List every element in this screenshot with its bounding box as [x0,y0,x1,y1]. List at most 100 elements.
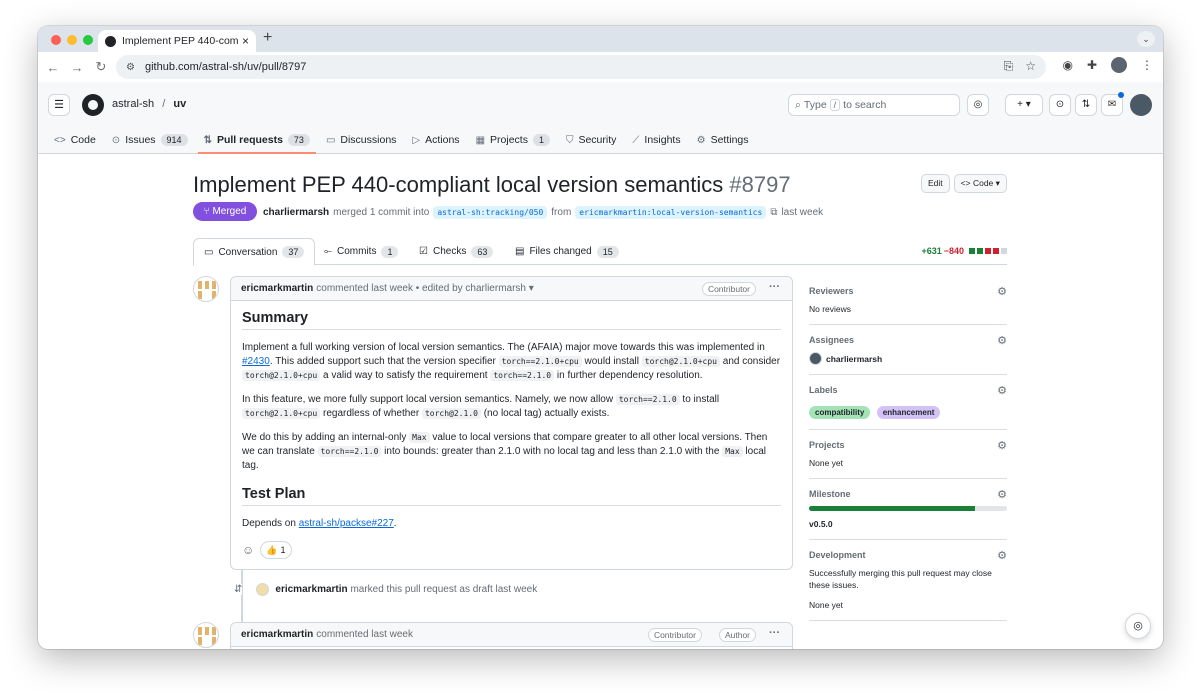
inline-code: torch==2.1.0 [317,446,382,457]
github-logo-icon[interactable] [82,94,104,116]
labels-section: Labels ⚙ compatibility enhancement [809,375,1007,430]
new-tab-icon[interactable]: + [263,29,272,47]
issues-icon[interactable]: ⊙ [1049,94,1071,116]
label-enhancement[interactable]: enhancement [876,406,941,419]
search-suffix: to search [843,99,887,111]
repo-link[interactable]: uv [173,98,186,110]
tab-issues[interactable]: ⊙ Issues 914 [112,126,188,154]
copilot-chat-icon[interactable]: ◎ [1125,613,1151,639]
search-shortcut-key: / [829,99,841,111]
tab-security[interactable]: ⛉ Security [566,126,616,154]
forward-icon[interactable]: → [65,60,89,75]
event-author[interactable]: ericmarkmartin [275,584,347,595]
gear-icon[interactable]: ⚙ [997,285,1007,298]
reload-icon[interactable]: ↻ [89,59,113,75]
issue-link[interactable]: #2430 [242,356,270,367]
close-tab-icon[interactable]: × [242,34,249,48]
tab-insights[interactable]: ⟋ Insights [632,126,680,154]
bookmark-star-icon[interactable]: ☆ [1025,59,1036,74]
comment-author[interactable]: ericmarkmartin [241,283,313,294]
projects-section: Projects ⚙ None yet [809,430,1007,479]
extensions-puzzle-icon[interactable]: ✚ [1087,58,1097,72]
merger-link[interactable]: charliermarsh [263,207,329,218]
pull-requests-icon[interactable]: ⇅ [1075,94,1097,116]
timeline-event: ⇵ ericmarkmartin marked this pull reques… [234,583,537,596]
minimize-window-button[interactable] [67,35,77,45]
status-badge: ⑂ Merged [193,202,257,221]
gear-icon[interactable]: ⚙ [997,334,1007,347]
browser-tab[interactable]: Implement PEP 440-complia × [98,30,256,52]
text: a valid way to satisfy the requirement [320,370,491,381]
tab-pull-requests[interactable]: ⇅ Pull requests 73 [197,126,317,154]
assignee-avatar[interactable] [809,352,822,365]
more-options-icon[interactable]: ··· [769,281,780,293]
edit-button[interactable]: Edit [921,174,950,193]
create-new-button[interactable]: + ▾ [1005,94,1043,116]
depends-line: Depends on astral-sh/packse#227. [242,517,781,531]
tab-actions[interactable]: ▷ Actions [412,126,459,154]
edited-by[interactable]: • edited by charliermarsh [416,283,526,294]
back-icon[interactable]: ← [41,60,65,75]
comment-box: ericmarkmartin commented last week • edi… [230,276,793,570]
tab-conversation[interactable]: ▭ Conversation 37 [193,238,316,266]
avatar[interactable] [193,622,219,648]
diff-square [969,248,975,254]
tab-settings[interactable]: ⚙ Settings [697,126,749,154]
thumbs-up-reaction[interactable]: 👍 1 [260,541,292,559]
gear-icon[interactable]: ⚙ [997,384,1007,397]
paragraph-1: Implement a full working version of loca… [242,341,781,383]
depends-link[interactable]: astral-sh/packse#227 [299,518,394,529]
inline-code: torch@2.1.0 [421,408,481,419]
base-branch[interactable]: astral-sh:tracking/050 [433,206,548,219]
copilot-icon[interactable]: ◎ [967,94,989,116]
tab-files-changed[interactable]: ▤ Files changed 15 [515,238,619,265]
tab-code[interactable]: <> Code [54,126,96,154]
text: (no local tag) actually exists. [480,408,610,419]
close-window-button[interactable] [51,35,61,45]
milestone-link[interactable]: v0.5.0 [809,518,1007,530]
tab-checks[interactable]: ☑ Checks 63 [419,238,494,265]
assignee-link[interactable]: charliermarsh [826,353,882,365]
browser-menu-icon[interactable]: ⋮ [1141,58,1153,72]
code-dropdown-button[interactable]: <> Code ▾ [953,174,1007,193]
inline-code: torch@2.1.0+cpu [641,356,720,367]
search-input[interactable]: ⌕ Type / to search [788,94,960,116]
section-value: None yet [809,458,844,468]
label-compatibility[interactable]: compatibility [809,406,871,419]
hamburger-menu-icon[interactable]: ☰ [48,94,70,116]
head-branch[interactable]: ericmarkmartin:local-version-semantics [575,206,767,219]
tab-projects[interactable]: ▦ Projects 1 [476,126,550,154]
comment-box: ericmarkmartin commented last week Contr… [230,622,793,649]
site-settings-icon[interactable]: ⚙ [126,62,135,73]
address-bar[interactable]: ⚙ github.com/astral-sh/uv/pull/8797 ⎘ ☆ [116,55,1046,79]
tab-commits[interactable]: ⟜ Commits 1 [324,238,399,265]
tab-count: 73 [287,134,310,146]
avatar[interactable] [193,276,219,302]
tab-label: Conversation [218,246,278,258]
user-avatar[interactable] [1130,94,1152,116]
notification-dot [1118,92,1124,98]
tab-label: Commits [337,246,377,257]
pr-number: #8797 [729,172,791,197]
section-title: Reviewers [809,286,854,296]
profile-avatar[interactable] [1111,57,1127,73]
gear-icon[interactable]: ⚙ [997,549,1007,562]
zoom-window-button[interactable] [83,35,93,45]
tab-discussions[interactable]: ▭ Discussions [326,126,396,154]
tab-label: Files changed [529,246,592,257]
tab-search-icon[interactable]: ⌄ [1137,31,1155,47]
merge-icon: ⑂ [203,206,210,217]
extension-icon[interactable]: ◉ [1062,58,1072,72]
gear-icon[interactable]: ⚙ [997,488,1007,501]
text: would install [581,356,642,367]
copy-icon[interactable]: ⧉ [770,207,777,218]
chevron-down-icon[interactable]: ▾ [529,283,534,294]
event-avatar[interactable] [256,583,270,596]
gear-icon[interactable]: ⚙ [997,439,1007,452]
add-reaction-icon[interactable]: ☺ [242,543,254,557]
install-icon[interactable]: ⎘ [1004,59,1014,74]
more-options-icon[interactable]: ··· [769,627,780,639]
repo-tabs: <> Code ⊙ Issues 914 ⇅ Pull requests 73 ▭ Disc… [54,126,749,154]
owner-link[interactable]: astral-sh [112,98,154,110]
comment-author[interactable]: ericmarkmartin [241,629,313,640]
